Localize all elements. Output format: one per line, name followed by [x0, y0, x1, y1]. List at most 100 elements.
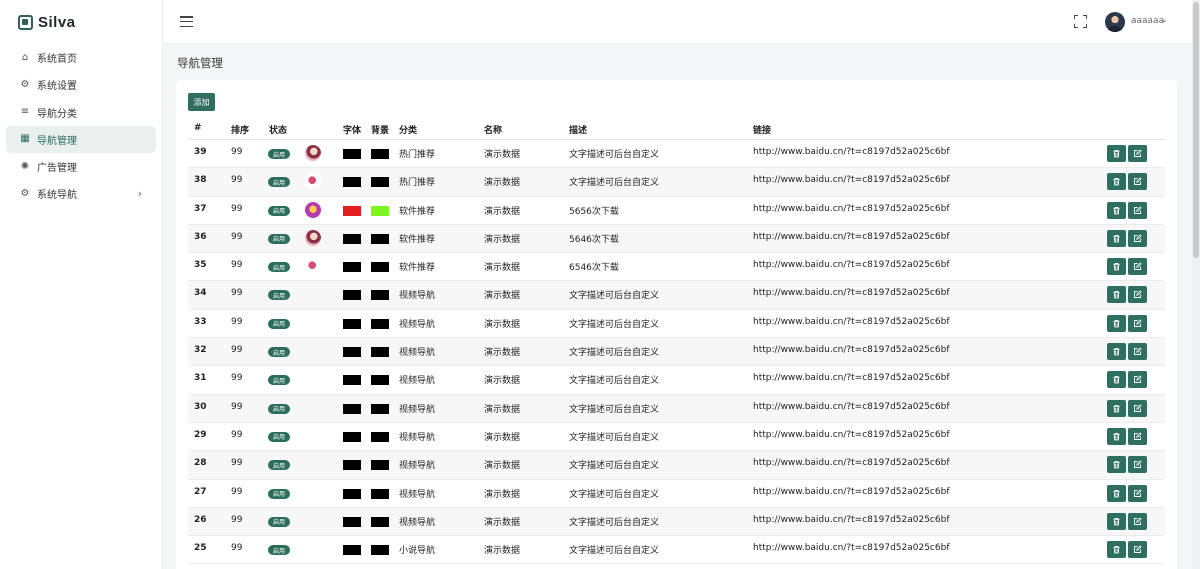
- delete-button[interactable]: [1107, 343, 1126, 361]
- delete-button[interactable]: [1107, 145, 1126, 162]
- avatar[interactable]: [1105, 12, 1125, 32]
- cell-link[interactable]: http://www.baidu.cn/?t=c8197d52a025c6bf: [753, 458, 950, 468]
- cell-name: 演示数据: [484, 150, 521, 160]
- edit-button[interactable]: [1128, 343, 1147, 361]
- add-button[interactable]: 添加: [188, 93, 215, 111]
- scrollbar-thumb[interactable]: [1193, 2, 1199, 258]
- loader-icon: ✺: [20, 160, 30, 172]
- cell-id: 32: [194, 345, 207, 356]
- status-badge[interactable]: 启用: [268, 516, 290, 527]
- username[interactable]: aaaaaa: [1131, 16, 1164, 26]
- cell-link[interactable]: http://www.baidu.cn/?t=c8197d52a025c6bf: [753, 288, 950, 298]
- cell-link[interactable]: http://www.baidu.cn/?t=c8197d52a025c6bf: [753, 147, 950, 157]
- status-badge[interactable]: 启用: [268, 262, 290, 273]
- cell-sort: 99: [231, 175, 243, 186]
- status-badge[interactable]: 启用: [268, 318, 290, 329]
- delete-button[interactable]: [1107, 456, 1126, 474]
- cell-sort: 99: [231, 401, 243, 412]
- status-badge[interactable]: 启用: [268, 545, 290, 556]
- delete-button[interactable]: [1107, 399, 1126, 417]
- edit-button[interactable]: [1128, 258, 1147, 276]
- trash-icon: [1113, 206, 1120, 214]
- sidebar-item-5[interactable]: ⚙ 系统导航 ›: [6, 180, 156, 207]
- column-header[interactable]: 背景: [371, 123, 389, 136]
- sidebar-item-2[interactable]: ≡ 导航分类: [6, 99, 156, 126]
- column-header[interactable]: 排序: [231, 123, 249, 136]
- delete-button[interactable]: [1107, 427, 1126, 445]
- cell-link[interactable]: http://www.baidu.cn/?t=c8197d52a025c6bf: [753, 260, 950, 270]
- sidebar-item-1[interactable]: ⚙ 系统设置: [6, 71, 156, 98]
- delete-button[interactable]: [1107, 512, 1126, 530]
- menu-toggle-icon[interactable]: [180, 16, 193, 28]
- column-header[interactable]: 描述: [569, 123, 587, 136]
- edit-button[interactable]: [1128, 314, 1147, 332]
- status-badge[interactable]: 启用: [268, 177, 290, 188]
- cell-category: 热门推荐: [399, 150, 436, 160]
- cell-link[interactable]: http://www.baidu.cn/?t=c8197d52a025c6bf: [753, 487, 950, 497]
- logo[interactable]: Silva: [0, 0, 162, 44]
- delete-button[interactable]: [1107, 286, 1126, 304]
- edit-button[interactable]: [1128, 484, 1147, 502]
- delete-button[interactable]: [1107, 229, 1126, 247]
- delete-button[interactable]: [1107, 258, 1126, 276]
- fullscreen-icon[interactable]: [1074, 15, 1087, 28]
- cell-link[interactable]: http://www.baidu.cn/?t=c8197d52a025c6bf: [753, 204, 950, 214]
- sidebar-item-0[interactable]: ⌂ 系统首页: [6, 44, 156, 71]
- edit-button[interactable]: [1128, 399, 1147, 417]
- cell-id: 38: [194, 175, 207, 186]
- column-header[interactable]: 分类: [399, 123, 417, 136]
- cell-link[interactable]: http://www.baidu.cn/?t=c8197d52a025c6bf: [753, 175, 950, 185]
- cell-link[interactable]: http://www.baidu.cn/?t=c8197d52a025c6bf: [753, 232, 950, 242]
- delete-button[interactable]: [1107, 201, 1126, 219]
- delete-button[interactable]: [1107, 484, 1126, 502]
- delete-button[interactable]: [1107, 173, 1126, 191]
- delete-button[interactable]: [1107, 541, 1126, 559]
- edit-button[interactable]: [1128, 201, 1147, 219]
- sidebar-item-4[interactable]: ✺ 广告管理: [6, 153, 156, 180]
- status-badge[interactable]: 启用: [268, 149, 290, 159]
- edit-button[interactable]: [1128, 541, 1147, 559]
- chevron-down-icon[interactable]: ⌄: [1161, 15, 1168, 24]
- status-badge[interactable]: 启用: [268, 460, 290, 471]
- status-badge[interactable]: 启用: [268, 488, 290, 499]
- column-header[interactable]: 链接: [753, 123, 771, 136]
- status-badge[interactable]: 启用: [268, 233, 290, 244]
- edit-button[interactable]: [1128, 173, 1147, 191]
- status-badge[interactable]: 启用: [268, 290, 290, 301]
- cell-link[interactable]: http://www.baidu.cn/?t=c8197d52a025c6bf: [753, 373, 950, 383]
- delete-button[interactable]: [1107, 314, 1126, 332]
- page-scrollbar[interactable]: [1192, 0, 1200, 569]
- cell-desc: 文字描述可后台自定义: [569, 461, 660, 472]
- column-header[interactable]: 字体: [343, 123, 361, 136]
- cell-desc: 文字描述可后台自定义: [569, 404, 660, 415]
- cell-link[interactable]: http://www.baidu.cn/?t=c8197d52a025c6bf: [753, 515, 950, 525]
- cell-category: 视频导航: [399, 404, 436, 415]
- status-badge[interactable]: 启用: [268, 205, 290, 216]
- cell-desc: 6546次下载: [569, 263, 619, 274]
- cell-link[interactable]: http://www.baidu.cn/?t=c8197d52a025c6bf: [753, 543, 950, 553]
- status-badge[interactable]: 启用: [268, 375, 290, 386]
- thumbnail-image: [305, 229, 321, 246]
- cell-link[interactable]: http://www.baidu.cn/?t=c8197d52a025c6bf: [753, 402, 950, 412]
- edit-button[interactable]: [1128, 286, 1147, 304]
- edit-button[interactable]: [1128, 371, 1147, 389]
- status-badge[interactable]: 启用: [268, 403, 290, 414]
- column-header[interactable]: 名称: [484, 123, 502, 136]
- status-badge[interactable]: 启用: [268, 347, 290, 358]
- edit-icon: [1134, 234, 1142, 242]
- column-header[interactable]: #: [194, 123, 202, 133]
- edit-button[interactable]: [1128, 145, 1147, 162]
- cell-link[interactable]: http://www.baidu.cn/?t=c8197d52a025c6bf: [753, 345, 950, 355]
- delete-button[interactable]: [1107, 371, 1126, 389]
- cell-link[interactable]: http://www.baidu.cn/?t=c8197d52a025c6bf: [753, 430, 950, 440]
- edit-button[interactable]: [1128, 456, 1147, 474]
- cell-category: 小说导航: [399, 546, 436, 557]
- edit-button[interactable]: [1128, 229, 1147, 247]
- sidebar-item-3[interactable]: ▦ 导航管理: [6, 125, 156, 153]
- edit-button[interactable]: [1128, 512, 1147, 530]
- cell-link[interactable]: http://www.baidu.cn/?t=c8197d52a025c6bf: [753, 317, 950, 327]
- edit-button[interactable]: [1128, 427, 1147, 445]
- column-header[interactable]: 状态: [269, 123, 287, 136]
- status-badge[interactable]: 启用: [268, 431, 290, 442]
- table-row: 26 99 启用 视频导航 演示数据 文字描述可后台自定义 http://www.baidu…: [188, 507, 1165, 537]
